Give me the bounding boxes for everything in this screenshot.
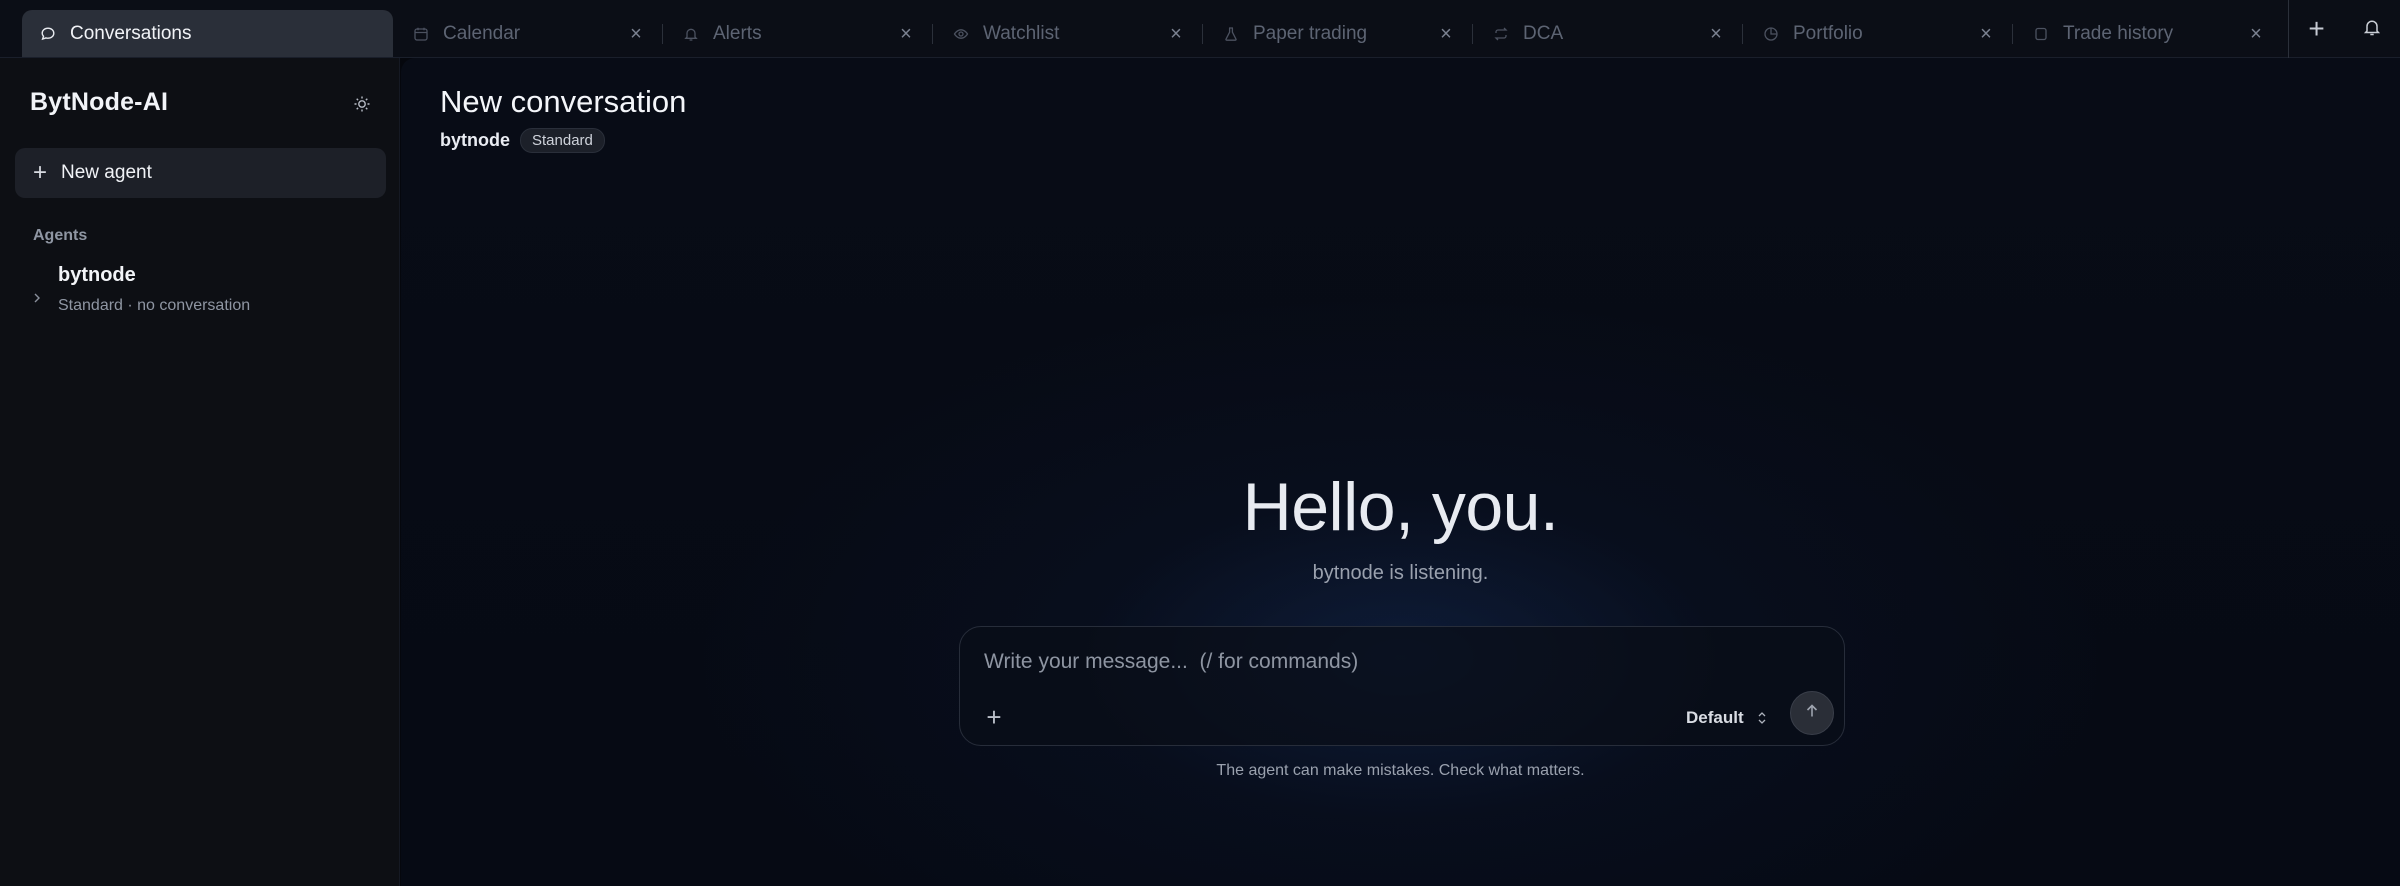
tab-paper-trading[interactable]: Paper trading × [1203,10,1473,57]
agent-item-bytnode[interactable]: bytnode Standard · no conversation [15,264,386,334]
tab-label: Watchlist [983,22,1060,44]
close-icon[interactable]: × [627,24,645,44]
eye-icon [953,26,969,42]
tab-portfolio[interactable]: Portfolio × [1743,10,2013,57]
tab-bar: Conversations Calendar × Alerts × Watchl… [0,0,2400,58]
sidebar: BytNode-AI + New agent Agents bytnode St… [0,58,400,886]
page-title: New conversation [440,84,687,119]
greeting-subtitle: bytnode is listening. [1312,562,1489,584]
tab-dca[interactable]: DCA × [1473,10,1743,57]
tab-conversations[interactable]: Conversations [22,10,393,57]
tab-label: Trade history [2063,22,2174,44]
chat-bubble-icon [40,26,56,42]
close-icon[interactable]: × [1167,24,1185,44]
new-agent-label: New agent [61,162,152,183]
close-icon[interactable]: × [1977,24,1995,44]
tab-label: Calendar [443,22,521,44]
disclaimer-text: The agent can make mistakes. Check what … [1216,762,1585,779]
tab-label: Paper trading [1253,22,1368,44]
calendar-icon [413,26,429,42]
bell-icon [2362,17,2382,42]
tab-label: DCA [1523,22,1564,44]
attach-button[interactable]: + [980,702,1008,732]
close-icon[interactable]: × [1437,24,1455,44]
new-agent-button[interactable]: + New agent [15,148,386,198]
tabbar-actions: + [2288,0,2400,58]
conversation-panel: New conversation bytnode Standard Hello,… [401,58,2400,886]
add-tab-button[interactable]: + [2288,0,2344,58]
status-badge: Standard [520,128,605,153]
tab-trade-history[interactable]: Trade history × [2013,10,2283,57]
bell-icon [683,26,699,42]
tab-label: Portfolio [1793,22,1863,44]
notifications-button[interactable] [2344,0,2400,58]
agent-meta: Standard · no conversation [58,297,251,314]
tab-label: Conversations [70,22,192,44]
tab-label: Alerts [713,22,762,44]
chevron-up-down-icon [1758,712,1766,724]
close-icon[interactable]: × [2247,24,2265,44]
conversation-meta: bytnode Standard [440,128,605,153]
mode-select-value: Default [1686,708,1744,727]
close-icon[interactable]: × [897,24,915,44]
send-button[interactable] [1790,691,1834,735]
brand-title: BytNode-AI [30,88,169,116]
agent-name: bytnode [58,264,136,286]
plus-icon: + [33,159,48,186]
close-icon[interactable]: × [1707,24,1725,44]
chevron-right-icon[interactable] [30,291,44,305]
receipt-icon [2033,26,2049,42]
tab-calendar[interactable]: Calendar × [393,10,663,57]
message-composer: + Default [959,626,1845,746]
message-input[interactable] [984,647,1784,677]
tab-watchlist[interactable]: Watchlist × [933,10,1203,57]
flask-icon [1223,26,1239,42]
repeat-icon [1493,26,1509,42]
conversation-agent-name: bytnode [440,130,510,150]
sun-icon [352,94,372,119]
theme-toggle-button[interactable] [348,92,376,120]
mode-select[interactable]: Default [1686,705,1768,731]
tab-list: Conversations Calendar × Alerts × Watchl… [0,0,2283,57]
pie-chart-icon [1763,26,1779,42]
agents-heading: Agents [33,227,88,244]
greeting-title: Hello, you. [1242,469,1559,545]
tab-alerts[interactable]: Alerts × [663,10,933,57]
arrow-up-icon [1803,702,1821,725]
